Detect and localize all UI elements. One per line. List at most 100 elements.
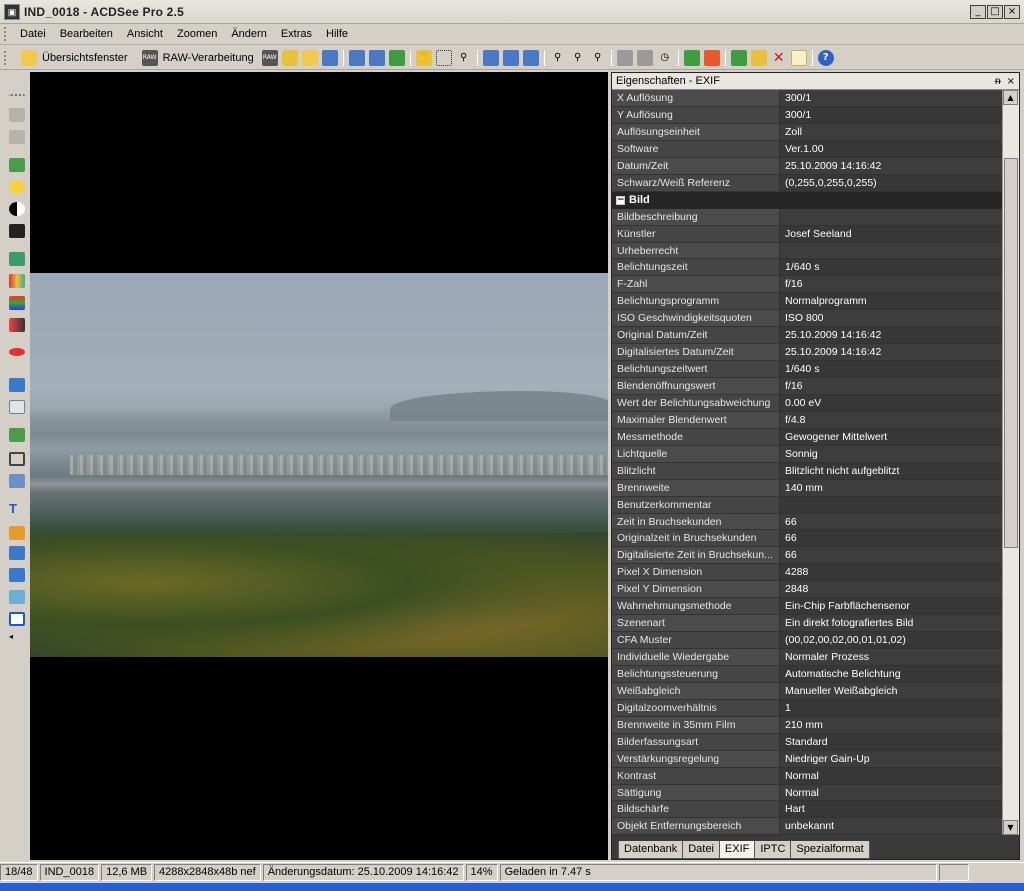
rectangle-icon[interactable]: [9, 546, 25, 560]
actual-size-icon[interactable]: [502, 49, 519, 66]
exif-value[interactable]: 300/1: [780, 90, 1003, 107]
exif-value[interactable]: 4288: [780, 564, 1003, 582]
exif-value[interactable]: (00,02,00,02,00,01,01,02): [780, 632, 1003, 649]
menu-grip[interactable]: [4, 27, 7, 41]
exif-row[interactable]: Belichtungszeitwert 1/640 s: [612, 361, 1003, 378]
exif-row[interactable]: Belichtungszeit 1/640 s: [612, 259, 1003, 277]
exif-row[interactable]: Belichtungsprogramm Normalprogramm: [612, 293, 1003, 311]
exif-value[interactable]: f/16: [780, 276, 1003, 294]
frame-icon[interactable]: [9, 590, 25, 604]
auto-advance-icon[interactable]: [388, 49, 405, 66]
exif-value[interactable]: 0.00 eV: [780, 394, 1003, 412]
menu-ansicht[interactable]: Ansicht: [120, 28, 170, 40]
overview-window-button[interactable]: Übersichtsfenster: [13, 49, 134, 66]
exif-value[interactable]: 25.10.2009 14:16:42: [780, 157, 1003, 175]
exif-row[interactable]: Objekt Entfernungsbereich unbekannt: [612, 818, 1003, 835]
rotate-icon[interactable]: [616, 49, 633, 66]
redo-icon[interactable]: [9, 130, 25, 144]
exif-row[interactable]: Lichtquelle Sonnig: [612, 445, 1003, 463]
close-button[interactable]: ×: [1004, 5, 1020, 19]
exif-value[interactable]: f/16: [780, 378, 1003, 395]
toolbar-grip[interactable]: [4, 50, 7, 65]
help-icon[interactable]: ?: [817, 49, 834, 66]
exif-row[interactable]: F-Zahl f/16: [612, 276, 1003, 294]
exif-row[interactable]: Kontrast Normal: [612, 767, 1003, 785]
exif-value[interactable]: 210 mm: [780, 716, 1003, 734]
portrait-icon[interactable]: [9, 224, 25, 238]
collapse-icon[interactable]: −: [616, 195, 625, 205]
menu-extras[interactable]: Extras: [274, 28, 319, 40]
acdsee-icon[interactable]: ▣: [4, 3, 20, 20]
exif-row[interactable]: Digitalisierte Zeit in Bruchsekun... 66: [612, 547, 1003, 565]
more-tools-icon[interactable]: ◂: [9, 632, 25, 646]
exif-row[interactable]: Wahrnehmungsmethode Ein-Chip Farbflächens…: [612, 598, 1003, 616]
exif-row[interactable]: Benutzerkommentar: [612, 496, 1003, 514]
landscape-icon[interactable]: [9, 252, 25, 266]
exif-value[interactable]: 66: [780, 530, 1003, 548]
red-eye-icon[interactable]: [9, 158, 25, 172]
slideshow-icon[interactable]: [683, 49, 700, 66]
exif-row[interactable]: Originalzeit in Bruchsekunden 66: [612, 530, 1003, 548]
exif-value[interactable]: Standard: [780, 733, 1003, 751]
exif-value[interactable]: 25.10.2009 14:16:42: [780, 327, 1003, 345]
maximize-button[interactable]: □: [987, 5, 1003, 19]
exif-value[interactable]: 140 mm: [780, 479, 1003, 497]
pin-icon[interactable]: ᵰ: [995, 76, 1001, 87]
exif-row[interactable]: Künstler Josef Seeland: [612, 225, 1003, 243]
exif-row[interactable]: X Auflösung 300/1: [612, 90, 1003, 107]
previous-image-icon[interactable]: [348, 49, 365, 66]
tab-datei[interactable]: Datei: [682, 841, 720, 859]
menu-zoomen[interactable]: Zoomen: [170, 28, 224, 40]
properties-scrollbar[interactable]: ▲ ▼: [1002, 90, 1019, 835]
hand-tool-icon[interactable]: ✋: [415, 49, 432, 66]
text-icon[interactable]: T: [9, 502, 25, 516]
exif-value[interactable]: ISO 800: [780, 310, 1003, 328]
menu-hilfe[interactable]: Hilfe: [319, 28, 355, 40]
resize-icon[interactable]: [9, 474, 25, 488]
exif-value[interactable]: Zoll: [780, 123, 1003, 141]
exposure-icon[interactable]: [9, 202, 25, 216]
exif-value[interactable]: 66: [780, 547, 1003, 565]
minimize-button[interactable]: _: [970, 5, 986, 19]
zoom-out-icon[interactable]: ⚲: [570, 50, 586, 66]
menu-datei[interactable]: Datei: [13, 28, 53, 40]
section-bild[interactable]: − Bild: [612, 191, 1003, 209]
exif-row[interactable]: Blitzlicht Blitzlicht nicht aufgeblitzt: [612, 462, 1003, 480]
crop-icon[interactable]: [9, 452, 25, 466]
tab-exif[interactable]: EXIF: [718, 841, 756, 859]
exif-value[interactable]: 300/1: [780, 106, 1003, 124]
exif-row[interactable]: Original Datum/Zeit 25.10.2009 14:16:42: [612, 327, 1003, 345]
exif-row[interactable]: Messmethode Gewogener Mittelwert: [612, 428, 1003, 446]
open-folder-icon[interactable]: [301, 49, 318, 66]
undo-icon[interactable]: [9, 108, 25, 122]
tab-iptc[interactable]: IPTC: [754, 841, 792, 859]
flip-icon[interactable]: [636, 49, 653, 66]
exif-value[interactable]: [780, 242, 1003, 260]
exif-row[interactable]: Maximaler Blendenwert f/4.8: [612, 411, 1003, 429]
exif-row[interactable]: Brennweite in 35mm Film 210 mm: [612, 716, 1003, 734]
exif-row[interactable]: Wert der Belichtungsabweichung 0.00 eV: [612, 394, 1003, 412]
selection-tool-icon[interactable]: [435, 49, 452, 66]
exif-row[interactable]: Bilderfassungsart Standard: [612, 733, 1003, 751]
zoom-in-icon[interactable]: ⚲: [550, 50, 566, 66]
exif-row[interactable]: Weißabgleich Manueller Weißabgleich: [612, 682, 1003, 700]
exif-value[interactable]: [780, 208, 1003, 226]
zoom-menu-icon[interactable]: ⚲: [590, 50, 606, 66]
exif-row[interactable]: Individuelle Wiedergabe Normaler Prozess: [612, 649, 1003, 666]
exif-row[interactable]: Digitalzoomverhältnis 1: [612, 699, 1003, 717]
exif-row[interactable]: Urheberrecht: [612, 242, 1003, 260]
color-label-icon[interactable]: [703, 49, 720, 66]
exif-row[interactable]: Sättigung Normal: [612, 784, 1003, 802]
color-balance-icon[interactable]: [9, 318, 25, 332]
exif-row[interactable]: Verstärkungsregelung Niedriger Gain-Up: [612, 750, 1003, 768]
move-icon[interactable]: [730, 49, 747, 66]
exif-row[interactable]: Blendenöffnungswert f/16: [612, 378, 1003, 395]
exif-value[interactable]: unbekannt: [780, 818, 1003, 835]
scroll-down-icon[interactable]: ▼: [1003, 820, 1018, 835]
lighting-icon[interactable]: [9, 180, 25, 194]
exif-value[interactable]: 1/640 s: [780, 259, 1003, 277]
tab-spezialformat[interactable]: Spezialformat: [790, 841, 870, 859]
exif-row[interactable]: Szenenart Ein direkt fotografiertes Bild: [612, 615, 1003, 633]
exif-value[interactable]: 25.10.2009 14:16:42: [780, 344, 1003, 362]
exif-value[interactable]: Ein-Chip Farbflächensenor: [780, 598, 1003, 616]
